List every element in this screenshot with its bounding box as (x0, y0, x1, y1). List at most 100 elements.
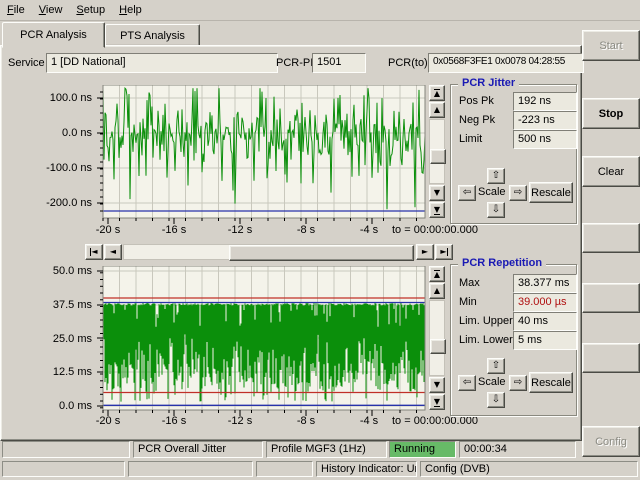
rep-xtick: -12 s (218, 415, 262, 427)
rep-scale-label: Scale (478, 376, 506, 388)
hscroll-track[interactable] (123, 244, 415, 260)
jitter-vscroll-thumb[interactable] (430, 149, 446, 164)
tab-pts-analysis[interactable]: PTS Analysis (105, 24, 200, 47)
status2-empty-1 (2, 461, 125, 477)
arrow-left-icon: ◄ (110, 248, 116, 256)
tab-pcr-analysis[interactable]: PCR Analysis (2, 22, 105, 48)
tab-pts-analysis-label: PTS Analysis (120, 30, 185, 42)
status-elapsed-time: 00:00:34 (459, 441, 576, 458)
jitter-xtick: -16 s (152, 224, 196, 236)
jitter-xtick: -4 s (347, 224, 391, 236)
hscroll-thumb[interactable] (229, 245, 414, 261)
config-button-label: Config (595, 436, 627, 448)
status-panel-empty-1 (2, 441, 130, 458)
scale-right-icon: ⇨ (514, 378, 522, 388)
stop-button[interactable]: Stop (582, 98, 640, 129)
jitter-vscrollbar[interactable]: ▲ ▲ ▼ ▼ (429, 85, 445, 218)
scale-down-icon: ⇩ (492, 205, 500, 215)
status2-history-indicator: History Indicator: Unlimited (316, 461, 417, 477)
menu-file[interactable]: File (0, 2, 32, 18)
jitter-ytick: 0.0 ns (22, 127, 92, 139)
menu-setup-rest: etup (84, 4, 105, 16)
menu-file-rest: ile (14, 4, 25, 16)
arrow-up-bar-icon: ▲ (434, 89, 440, 98)
scroll-right-button[interactable]: ► (416, 244, 434, 260)
scale-right-icon: ⇨ (514, 188, 522, 198)
arrow-down-bar-icon: ▼ (434, 206, 440, 215)
rep-vscroll-thumb[interactable] (430, 339, 446, 354)
arrow-down-bar-icon: ▼ (434, 398, 440, 407)
scroll-home-button[interactable]: ◄ (85, 244, 103, 260)
stop-button-label: Stop (599, 108, 623, 120)
jitter-rescale-button[interactable]: Rescale (529, 182, 573, 203)
jitter-ytick: -200.0 ns (22, 197, 92, 209)
scale-up-icon: ⇧ (492, 171, 500, 181)
neg-pk-field: -223 ns (513, 111, 577, 130)
service-label: Service (8, 57, 45, 69)
menu-view-rest: iew (46, 4, 63, 16)
clear-button-label: Clear (598, 166, 624, 178)
jitter-scale-right-button[interactable]: ⇨ (509, 185, 527, 201)
jitter-scale-down-button[interactable]: ⇩ (487, 202, 505, 218)
jitter-xtick: -12 s (218, 224, 262, 236)
rep-xtick: -16 s (152, 415, 196, 427)
menu-help-rest: elp (127, 4, 142, 16)
rep-scale-right-button[interactable]: ⇨ (509, 375, 527, 391)
min-label: Min (459, 296, 477, 308)
arrow-down-icon: ▼ (434, 381, 440, 389)
start-button-label: Start (599, 40, 622, 52)
menu-help[interactable]: Help (112, 2, 149, 18)
rep-scroll-down-button[interactable]: ▼ (429, 377, 445, 393)
jitter-scale-left-button[interactable]: ⇦ (458, 185, 476, 201)
menu-view-accel: V (39, 4, 46, 16)
rep-scale-up-button[interactable]: ⇧ (487, 358, 505, 374)
menu-view[interactable]: View (32, 2, 70, 18)
rep-vscroll-track[interactable] (429, 300, 445, 376)
rep-scroll-bottom-button[interactable]: ▼ (429, 394, 445, 410)
jitter-scroll-bottom-button[interactable]: ▼ (429, 202, 445, 218)
time-hscrollbar[interactable]: ◄ ◄ ► ► (85, 244, 453, 260)
rep-scroll-top-button[interactable]: ▲ (429, 266, 445, 282)
arrow-right-icon: ► (422, 248, 428, 256)
menu-bar: File View Setup Help (0, 0, 640, 21)
jitter-scroll-down-button[interactable]: ▼ (429, 185, 445, 201)
pcr-jitter-group: PCR Jitter Pos Pk 192 ns Neg Pk -223 ns … (450, 84, 577, 224)
status2-config-standard: Config (DVB) (420, 461, 638, 477)
scale-left-icon: ⇦ (463, 378, 471, 388)
rep-ytick: 12.5 ms (22, 366, 92, 378)
rep-scroll-up-button[interactable]: ▲ (429, 283, 445, 299)
start-button[interactable]: Start (582, 30, 640, 61)
clear-button[interactable]: Clear (582, 156, 640, 187)
jitter-vscroll-track[interactable] (429, 119, 445, 184)
min-field: 39.000 µs (513, 293, 577, 312)
status-profile: Profile MGF3 (1Hz) (266, 441, 387, 458)
jitter-scroll-top-button[interactable]: ▲ (429, 85, 445, 101)
menu-help-accel: H (119, 4, 127, 16)
rep-rescale-button[interactable]: Rescale (529, 372, 573, 393)
limit-field: 500 ns (513, 130, 577, 149)
jitter-xtick: -20 s (86, 224, 130, 236)
pcr-pid-field[interactable]: 1501 (312, 53, 366, 73)
max-field: 38.377 ms (513, 274, 577, 293)
jitter-scale-up-button[interactable]: ⇧ (487, 168, 505, 184)
rep-ytick: 0.0 ms (22, 400, 92, 412)
pos-pk-field: 192 ns (513, 92, 577, 111)
service-select[interactable]: 1 [DD National] (46, 53, 278, 73)
rep-scale-left-button[interactable]: ⇦ (458, 375, 476, 391)
status-measurement: PCR Overall Jitter (133, 441, 263, 458)
blank-button-3 (582, 343, 640, 373)
menu-setup[interactable]: Setup (69, 2, 112, 18)
rep-rescale-label: Rescale (531, 377, 571, 389)
rep-scale-down-button[interactable]: ⇩ (487, 392, 505, 408)
rep-ytick: 50.0 ms (22, 265, 92, 277)
status2-empty-2 (128, 461, 253, 477)
jitter-scroll-up-button[interactable]: ▲ (429, 102, 445, 118)
config-button[interactable]: Config (582, 426, 640, 457)
scroll-end-button[interactable]: ► (435, 244, 453, 260)
scale-up-icon: ⇧ (492, 361, 500, 371)
rep-vscrollbar[interactable]: ▲ ▲ ▼ ▼ (429, 266, 445, 410)
lim-upper-field: 40 ms (513, 312, 577, 331)
jitter-xtick: -8 s (284, 224, 328, 236)
scroll-left-button[interactable]: ◄ (104, 244, 122, 260)
pcr-to-field: 0x0568F3FE1 0x0078 04:28:55 (428, 53, 584, 73)
